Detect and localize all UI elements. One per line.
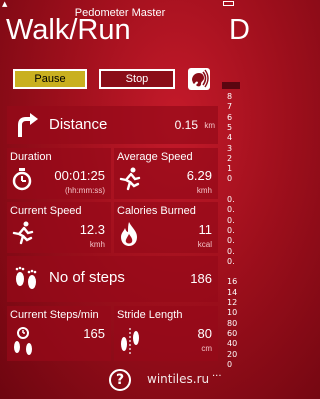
peek-number: 14 [227,287,238,297]
duration-label: Duration [10,151,52,163]
steps-tile[interactable]: No of steps 186 [7,256,218,302]
steps-per-min-label: Current Steps/min [10,309,99,321]
stride-length-unit: cm [201,344,212,353]
distance-label: Distance [49,116,108,133]
voice-feedback-button[interactable] [188,68,210,90]
next-page-peek-panel: 8 7 6 5 4 3 2 1 0 0. 0. 0. 0. 0. 0. 0. 16 14 12 10 80 60 40 20 0 [222,80,240,399]
distance-unit: km [204,121,215,130]
runner-icon [119,167,141,191]
peek-number: 1 [227,164,233,174]
steps-label: No of steps [49,269,125,286]
peek-gauge-bar [222,82,240,89]
stopwatch-icon [12,168,32,191]
calories-value: 11 [198,222,213,237]
calories-label: Calories Burned [117,205,196,217]
steps-per-min-tile[interactable]: Current Steps/min 165 [7,306,111,361]
current-speed-tile[interactable]: Current Speed 12.3 kmh [7,202,111,253]
peek-number: 80 [227,318,238,328]
watermark-text: wintiles.ru [147,372,210,386]
distance-value: 0.15 [174,118,198,132]
distance-tile[interactable]: Distance 0.15 km [7,106,218,144]
page-title: Walk/Run [6,14,131,46]
peek-number: 0. [227,225,235,235]
calories-unit: kcal [197,240,212,249]
peek-number: 6 [227,112,233,122]
battery-icon [223,1,234,6]
peek-number: 4 [227,133,233,143]
steps-per-min-value: 165 [83,326,105,341]
peek-number: 16 [227,277,238,287]
stride-length-label: Stride Length [117,309,183,321]
average-speed-label: Average Speed [117,151,193,163]
speaker-icon [192,69,209,88]
current-speed-label: Current Speed [10,205,82,217]
peek-number: 60 [227,328,238,338]
average-speed-unit: kmh [196,186,212,195]
average-speed-value: 6.29 [186,168,212,183]
peek-number: 40 [227,339,238,349]
peek-number: 0. [227,246,235,256]
runner-icon [12,221,34,245]
stride-icon [121,328,139,354]
peek-number: 0. [227,205,235,215]
next-page-title-peek[interactable]: D [229,14,250,46]
stride-length-tile[interactable]: Stride Length 80 cm [114,306,218,361]
help-button[interactable]: ? [109,369,131,391]
peek-number: 2 [227,153,233,163]
flame-icon [121,222,137,246]
footprints-icon [15,266,37,289]
peek-number: 0. [227,236,235,246]
peek-number: 0 [227,174,233,184]
turn-arrow-icon [18,113,38,137]
current-speed-unit: kmh [89,240,105,249]
average-speed-tile[interactable]: Average Speed 6.29 kmh [114,148,218,199]
duration-unit: (hh:mm:ss) [65,186,105,195]
calories-tile[interactable]: Calories Burned 11 kcal [114,202,218,253]
peek-number: 7 [227,102,233,112]
peek-number: 20 [227,349,238,359]
current-speed-value: 12.3 [79,222,105,237]
more-options-button[interactable]: ... [212,368,222,379]
peek-number: 0. [227,215,235,225]
duration-tile[interactable]: Duration 00:01:25 (hh:mm:ss) [7,148,111,199]
peek-number: 10 [227,308,238,318]
stop-button[interactable]: Stop [99,69,175,89]
pause-button[interactable]: Pause [13,69,87,89]
duration-value: 00:01:25 [54,168,105,183]
footprints-clock-icon [14,327,32,355]
peek-number: 0. [227,195,235,204]
peek-number: 3 [227,143,233,153]
stride-length-value: 80 [197,326,212,341]
peek-number: 0. [227,256,235,266]
steps-value: 186 [190,271,212,286]
peek-number: 12 [227,298,238,307]
peek-number: 8 [227,92,233,101]
peek-number: 5 [227,122,233,132]
